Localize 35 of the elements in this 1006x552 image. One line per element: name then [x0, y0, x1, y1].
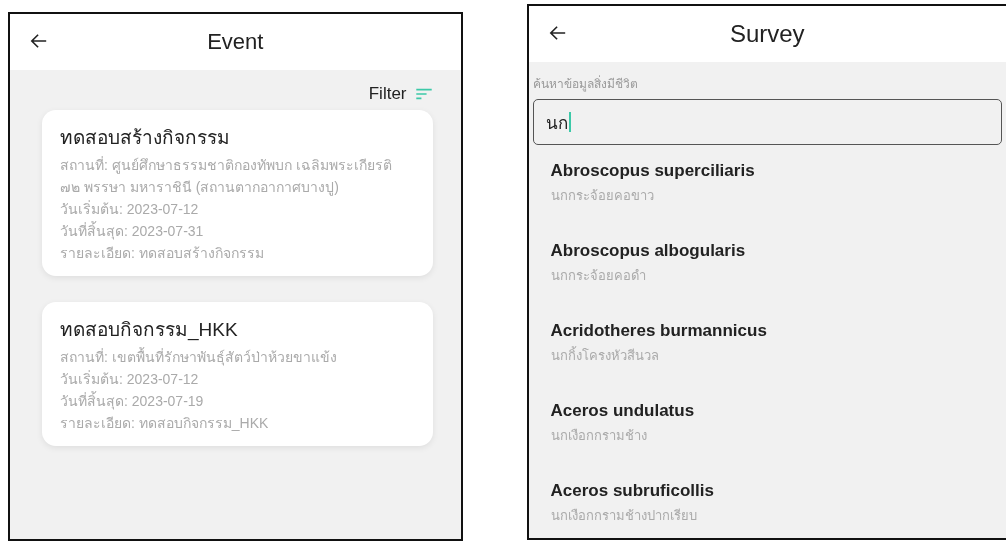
species-list-item[interactable]: Acridotheres burmannicus นกกิ้งโครงหัวสีนวล [532, 305, 1002, 385]
event-detail: รายละเอียด: ทดสอบสร้างกิจกรรม [60, 244, 265, 263]
species-name: Aceros undulatus [550, 401, 696, 421]
species-name: Acridotheres burmannicus [550, 321, 768, 341]
species-name: Aceros subruficollis [550, 481, 715, 501]
search-field[interactable]: นก [532, 99, 1002, 145]
species-name: Abroscopus albogularis [550, 241, 747, 261]
event-detail: สถานที่: เขตพื้นที่รักษาพันธุ์สัตว์ป่าห้วยขาแข้ง [60, 346, 338, 368]
event-title: ทดสอบกิจกรรม_HKK [60, 318, 239, 343]
species-thai-name: นกกระจ้อยคอขาว [550, 187, 655, 205]
screen-title: Event [207, 29, 264, 55]
event-detail: วันเริ่มต้น: 2023-07-12 [60, 199, 200, 219]
species-thai-name: นกเงือกกรามช้าง [550, 427, 648, 445]
event-detail: วันที่สิ้นสุด: 2023-07-19 [60, 390, 205, 412]
screen-title: Survey [729, 20, 805, 48]
species-thai-name: นกกระจ้อยคอดำ [550, 267, 647, 285]
event-detail: วันที่สิ้นสุด: 2023-07-31 [60, 220, 205, 242]
filter-button[interactable]: Filter [368, 84, 433, 104]
search-label: ค้นหาข้อมูลสิ่งมีชีวิต [532, 74, 639, 93]
species-name: Abroscopus superciliaris [550, 161, 756, 181]
species-list-item[interactable]: Abroscopus superciliaris นกกระจ้อยคอขาว [532, 145, 1002, 225]
event-title: ทดสอบสร้างกิจกรรม [60, 126, 231, 150]
species-thai-name: นกเงือกกรามช้างปากเรียบ [550, 507, 698, 525]
event-detail: รายละเอียด: ทดสอบกิจกรรม_HKK [60, 414, 270, 433]
filter-icon [414, 88, 433, 100]
back-arrow-icon[interactable] [548, 24, 567, 42]
event-card[interactable]: ทดสอบกิจกรรม_HKK สถานที่: เขตพื้นที่รักษาพันธุ์สัตว์ป่าห้วยขาแข้ง วันเริ่มต้น: 2023-07-12 วันที่สิ้นสุด: 2023-07-19 รายละเอียด: ทดสอบกิจกรรม_HKK [42, 302, 433, 446]
species-list-item[interactable]: Aceros subruficollis นกเงือกกรามช้างปากเรียบ [532, 465, 1002, 538]
event-card[interactable]: ทดสอบสร้างกิจกรรม สถานที่: ศูนย์ศึกษาธรรมชาติกองทัพบก เฉลิมพระเกียรติ ๗๒ พรรษา มหาราชินี (สถานตากอากาศบางปู) วันเริ่มต้น: 2023-07-12 วันที่สิ้นสุด: 2023-07-31 รายละเอียด: ทดสอบสร้างกิจกรรม [42, 110, 433, 276]
event-detail: วันเริ่มต้น: 2023-07-12 [60, 369, 200, 389]
back-arrow-icon[interactable] [30, 32, 48, 50]
species-list-item[interactable]: Abroscopus albogularis นกกระจ้อยคอดำ [532, 225, 1002, 305]
species-thai-name: นกกิ้งโครงหัวสีนวล [550, 345, 660, 365]
species-list-item[interactable]: Aceros undulatus นกเงือกกรามช้าง [532, 385, 1002, 465]
event-detail: สถานที่: ศูนย์ศึกษาธรรมชาติกองทัพบก เฉลิมพระเกียรติ ๗๒ พรรษา มหาราชินี (สถานตากอากาศบางปู) [60, 155, 393, 198]
